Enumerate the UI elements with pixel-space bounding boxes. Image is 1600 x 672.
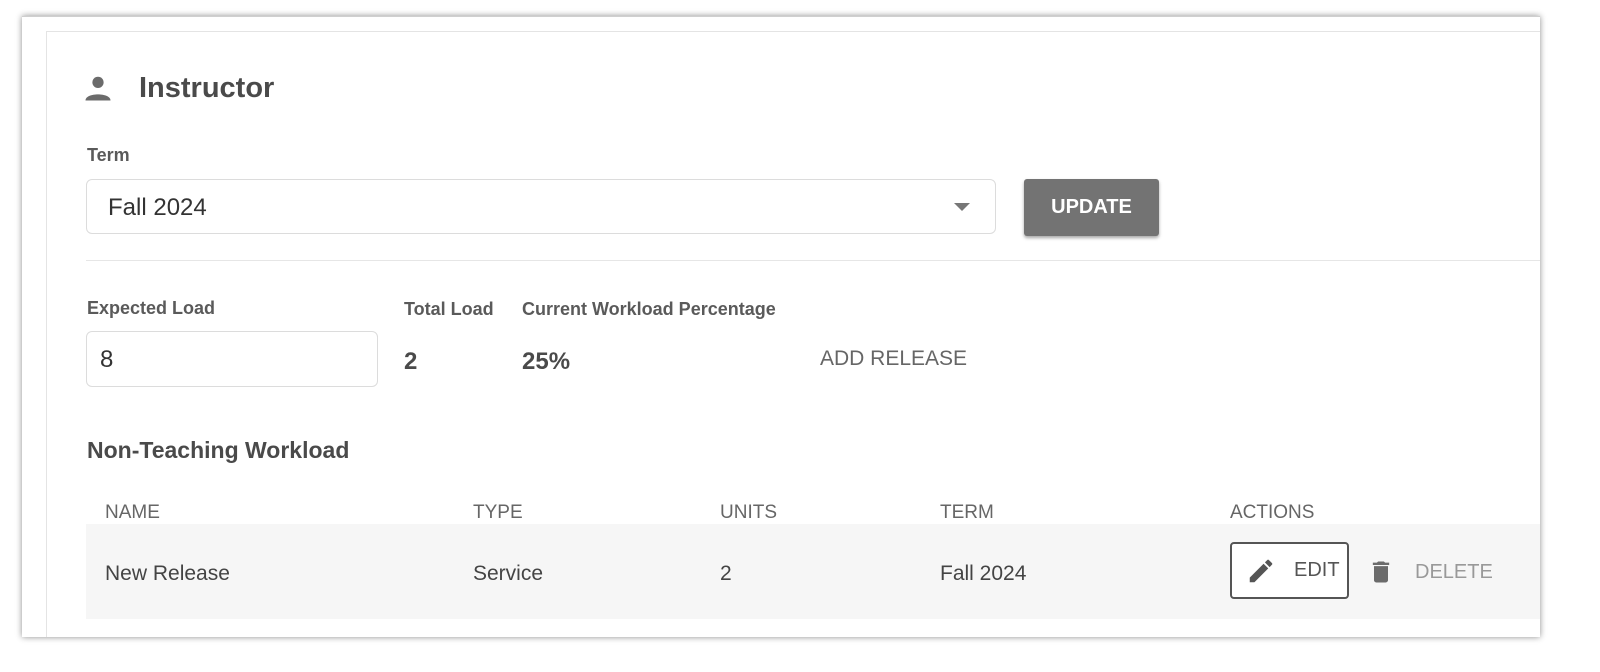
chevron-down-icon [954, 203, 970, 211]
delete-button[interactable]: DELETE [1367, 552, 1493, 592]
total-load-label: Total Load [404, 299, 494, 319]
delete-label: DELETE [1415, 560, 1493, 583]
trash-icon [1372, 561, 1390, 583]
column-header-term: TERM [940, 502, 994, 523]
divider [86, 260, 1540, 261]
column-header-type: TYPE [473, 502, 523, 523]
workload-percentage-value: 25% [522, 348, 571, 375]
column-header-units: UNITS [720, 502, 777, 523]
update-button[interactable]: UPDATE [1024, 179, 1159, 236]
app-window: Instructor Term Fall 2024 UPDATE Expecte… [22, 16, 1540, 637]
total-load-value: 2 [404, 348, 418, 375]
instructor-card: Instructor Term Fall 2024 UPDATE Expecte… [46, 31, 1540, 637]
term-select[interactable]: Fall 2024 [86, 179, 996, 234]
add-release-button[interactable]: ADD RELEASE [820, 347, 967, 371]
person-icon [85, 76, 111, 101]
row-term: Fall 2024 [940, 562, 1027, 585]
non-teaching-workload-title: Non-Teaching Workload [87, 437, 350, 463]
row-units: 2 [720, 562, 732, 585]
edit-button[interactable]: EDIT [1230, 542, 1349, 599]
column-header-actions: ACTIONS [1230, 502, 1315, 523]
expected-load-label: Expected Load [87, 298, 216, 318]
pencil-icon [1249, 559, 1273, 582]
expected-load-input[interactable]: 8 [86, 331, 378, 387]
expected-load-value: 8 [100, 346, 114, 373]
edit-label: EDIT [1294, 559, 1340, 581]
row-name: New Release [105, 562, 230, 585]
card-header: Instructor [83, 68, 274, 108]
column-header-name: NAME [105, 502, 160, 523]
page-title: Instructor [139, 71, 275, 104]
workload-percentage-label: Current Workload Percentage [522, 299, 776, 319]
term-select-value: Fall 2024 [108, 194, 207, 221]
term-label: Term [87, 145, 130, 165]
row-type: Service [473, 562, 544, 585]
